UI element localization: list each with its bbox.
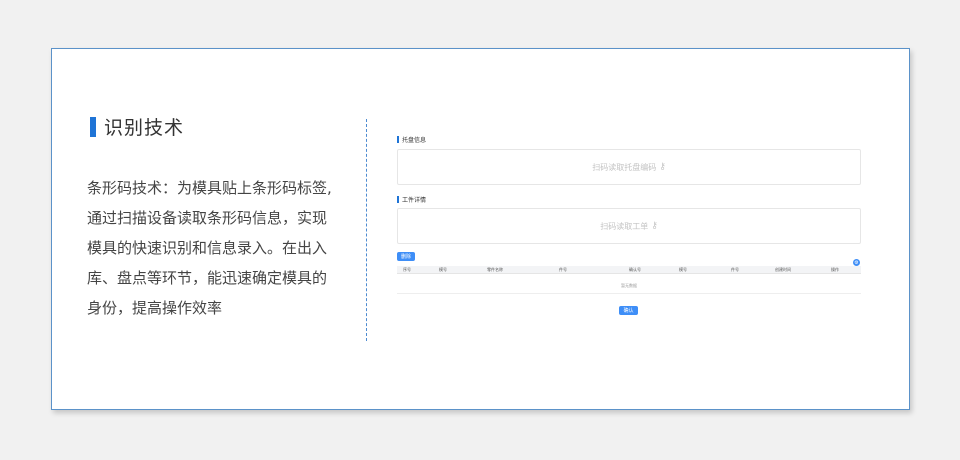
description-line: 通过扫描设备读取条形码信息，实现: [87, 209, 328, 227]
col-header: 零件名称: [487, 267, 503, 272]
work-section-text: 工件详情: [402, 197, 427, 204]
work-section-label: 工件详情: [397, 195, 426, 204]
label-mark: [397, 136, 399, 143]
description-line: 身份，提高操作效率: [87, 299, 223, 317]
app-screenshot: 托盘信息 扫码读取托盘编码 ⚷ 工件详情 扫码读取工单 ⚷ 删除 ⚙ 序号 模号…: [397, 135, 861, 325]
col-header: 件号: [731, 267, 739, 272]
tray-section-text: 托盘信息: [402, 137, 427, 144]
title-accent-bar: [90, 116, 96, 137]
section-heading: 识别技术: [90, 113, 184, 140]
table-bottom-line: [397, 293, 861, 294]
dashed-divider: [366, 119, 367, 341]
description-line: 模具的快速识别和信息录入。在出入: [87, 239, 328, 257]
description-line: 库、盘点等环节，能迅速确定模具的: [87, 269, 328, 287]
work-scan-placeholder: 扫码读取工单: [600, 221, 649, 231]
empty-text: 暂无数据: [621, 283, 637, 288]
description: 条形码技术：为模具贴上条形码标签, 通过扫描设备读取条形码信息，实现 模具的快速…: [87, 173, 359, 323]
col-header: 件号: [559, 267, 567, 272]
table-header: 序号 模号 零件名称 件号 确认号 模号 件号 创建时间 操作: [397, 266, 861, 274]
tray-scan-input[interactable]: 扫码读取托盘编码 ⚷: [397, 149, 861, 185]
key-icon: ⚷: [659, 162, 666, 172]
section-title: 识别技术: [104, 117, 185, 139]
col-header: 确认号: [629, 267, 641, 272]
col-header: 模号: [439, 267, 447, 272]
tray-section-label: 托盘信息: [397, 135, 426, 144]
work-scan-input[interactable]: 扫码读取工单 ⚷: [397, 208, 861, 244]
description-line: 条形码技术：为模具贴上条形码标签,: [87, 179, 332, 197]
content-card: 识别技术 条形码技术：为模具贴上条形码标签, 通过扫描设备读取条形码信息，实现 …: [51, 48, 910, 410]
col-header: 模号: [679, 267, 687, 272]
tray-scan-placeholder: 扫码读取托盘编码: [592, 162, 657, 172]
delete-button[interactable]: 删除: [397, 252, 415, 261]
key-icon: ⚷: [651, 221, 658, 231]
settings-icon[interactable]: ⚙: [853, 259, 860, 266]
col-header: 操作: [831, 267, 839, 272]
col-header: 序号: [403, 267, 411, 272]
label-mark: [397, 196, 399, 203]
col-header: 创建时间: [775, 267, 791, 272]
confirm-button[interactable]: 确认: [619, 306, 638, 315]
